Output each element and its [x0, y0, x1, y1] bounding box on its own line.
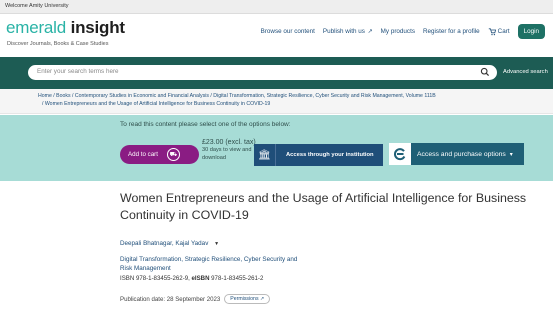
cart-icon: ⛟ [166, 148, 180, 161]
isbn-label: ISBN [120, 275, 135, 282]
access-purchase-options-button[interactable]: Access and purchase options ▾ [389, 143, 524, 165]
authors[interactable]: Deepali Bhatnagar, Kajal Yadav ▼ [120, 240, 219, 247]
add-to-cart-label: Add to cart [128, 151, 158, 158]
logo-insight: insight [70, 18, 126, 37]
nav-my-products[interactable]: My products [381, 28, 415, 35]
purchase-prompt: To read this content please select one o… [120, 121, 291, 128]
purchase-panel: To read this content please select one o… [0, 115, 553, 181]
chapter-title: Women Entrepreneurs and the Usage of Art… [120, 191, 527, 222]
emerald-insight-logo[interactable]: emerald insight [6, 19, 125, 37]
publication-info: Publication date: 28 September 2023 Perm… [120, 294, 271, 304]
access-options-label: Access and purchase options [417, 150, 506, 158]
site-header: emerald insight Discover Journals, Books… [0, 14, 553, 57]
external-link-icon: ↗ [367, 29, 373, 35]
nav-publish-label: Publish with us [322, 28, 365, 35]
eisbn-value: 978-1-83455-261-2 [211, 275, 264, 282]
search-placeholder: Enter your search terms here [37, 68, 119, 75]
search-icon[interactable] [480, 67, 490, 77]
price-note-1: 30 days to view and [202, 147, 252, 153]
breadcrumb-line-1[interactable]: Home / Books / Contemporary Studies in E… [38, 93, 436, 99]
header-nav: Browse our content Publish with us ↗ My … [261, 24, 545, 39]
nav-browse-content[interactable]: Browse our content [261, 28, 315, 35]
permissions-button[interactable]: Permissions ↗ [224, 294, 271, 304]
isbn-value: 978-1-83455-262-9, [135, 275, 190, 282]
permissions-label: Permissions [230, 296, 259, 302]
advanced-search-link[interactable]: Advanced search [503, 69, 548, 75]
breadcrumb-line-2[interactable]: / Women Entrepreneurs and the Usage of A… [42, 101, 270, 107]
search-input[interactable]: Enter your search terms here [28, 65, 497, 80]
external-link-icon: ↗ [260, 296, 265, 302]
price: £23.00 (excl. tax) [202, 139, 256, 146]
authors-list: Deepali Bhatnagar, Kajal Yadav [120, 240, 209, 247]
chevron-down-icon: ▼ [214, 241, 220, 247]
top-bar: Welcome Amity University [0, 0, 553, 14]
welcome-text: Welcome Amity University [5, 3, 69, 9]
login-button[interactable]: Login [517, 24, 545, 39]
access-institution-label: Access through your institution [286, 152, 374, 158]
book-title-link[interactable]: Digital Transformation, Strategic Resili… [120, 255, 340, 273]
access-logo-icon [389, 143, 411, 165]
search-bar: Enter your search terms here Advanced se… [0, 57, 553, 89]
tagline: Discover Journals, Books & Case Studies [7, 41, 109, 47]
eisbn-label: eISBN [191, 275, 210, 282]
breadcrumb: Home / Books / Contemporary Studies in E… [0, 89, 553, 114]
book-title-line-1: Digital Transformation, Strategic Resili… [120, 256, 298, 263]
nav-cart-label: Cart [497, 28, 510, 35]
price-info: £23.00 (excl. tax) 30 days to view and d… [202, 139, 256, 162]
book-title-line-2: Risk Management [120, 265, 171, 272]
publication-date: Publication date: 28 September 2023 [120, 295, 221, 303]
nav-register[interactable]: Register for a profile [423, 28, 480, 35]
institution-icon: 🏛 [254, 144, 276, 166]
price-note-2: download [202, 155, 226, 161]
add-to-cart-button[interactable]: Add to cart ⛟ [120, 145, 199, 164]
cart-icon [488, 27, 496, 35]
isbn-line: ISBN 978-1-83455-262-9, eISBN 978-1-8345… [120, 275, 263, 282]
nav-publish-with-us[interactable]: Publish with us ↗ [323, 28, 373, 35]
nav-cart[interactable]: Cart [488, 27, 510, 36]
chevron-down-icon: ▾ [509, 151, 513, 158]
logo-emerald: emerald [6, 18, 67, 37]
access-institution-button[interactable]: 🏛 Access through your institution [254, 144, 383, 166]
